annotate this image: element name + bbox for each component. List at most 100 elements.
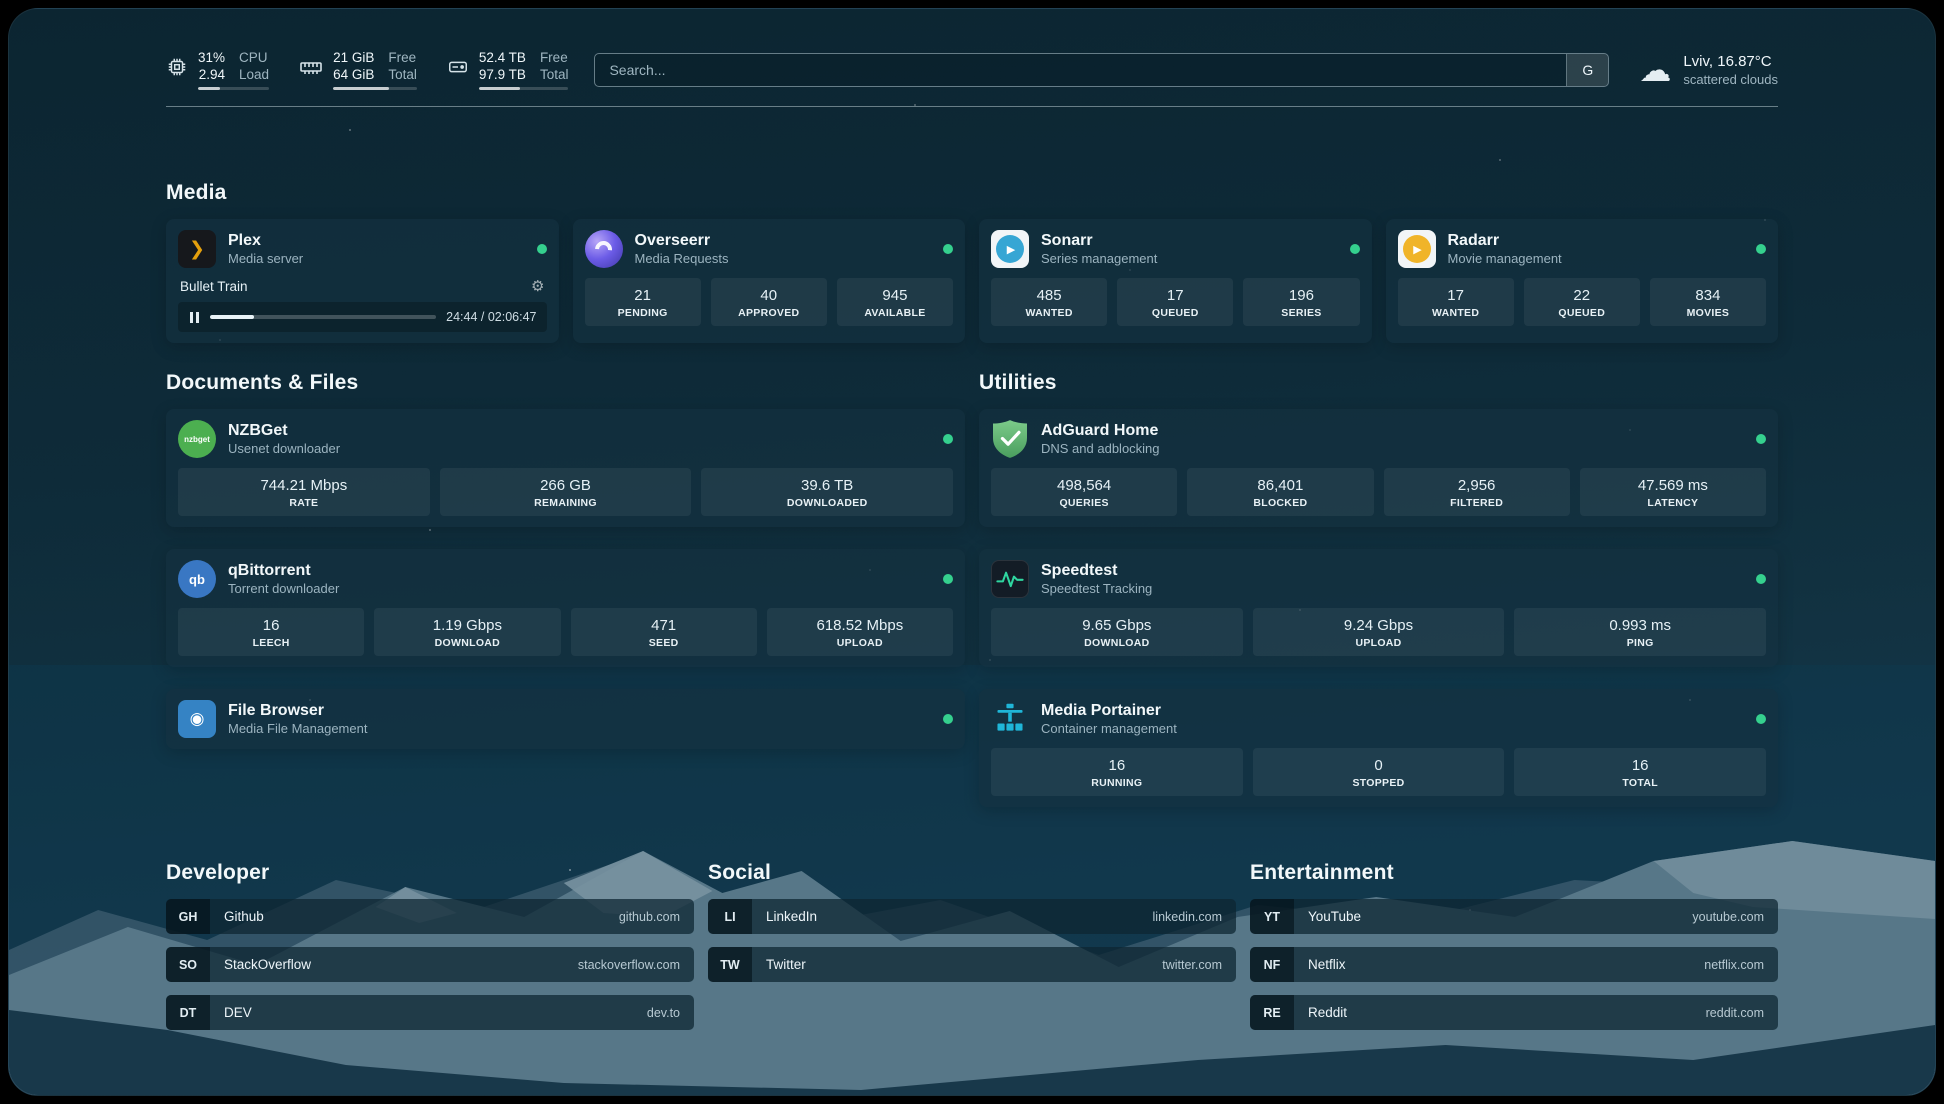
disk-bar-fill bbox=[479, 87, 520, 90]
stat-label: WANTED bbox=[1402, 307, 1510, 319]
stat-total: 16TOTAL bbox=[1514, 748, 1766, 796]
stat-value: 22 bbox=[1528, 287, 1636, 304]
stat-value: 16 bbox=[182, 617, 360, 634]
service-subtitle: Movie management bbox=[1448, 251, 1562, 266]
bookmark-abbr: TW bbox=[708, 947, 752, 982]
cpu-bar-fill bbox=[198, 87, 220, 90]
bookmark-abbr: LI bbox=[708, 899, 752, 934]
service-card-speedtest[interactable]: SpeedtestSpeedtest Tracking9.65 GbpsDOWN… bbox=[979, 549, 1778, 667]
stat-stopped: 0STOPPED bbox=[1253, 748, 1505, 796]
weather-location: Lviv, 16.87°C bbox=[1683, 53, 1778, 70]
bookmark-reddit[interactable]: RERedditreddit.com bbox=[1250, 995, 1778, 1030]
service-subtitle: DNS and adblocking bbox=[1041, 441, 1160, 456]
service-card-overseerr[interactable]: OverseerrMedia Requests21PENDING40APPROV… bbox=[573, 219, 966, 343]
memory-free-label: Free bbox=[388, 49, 417, 66]
bookmark-name: YouTube bbox=[1308, 909, 1361, 924]
weather-widget: ☁ Lviv, 16.87°C scattered clouds bbox=[1639, 53, 1778, 87]
memory-monitor: 21 GiB Free 64 GiB Total bbox=[299, 49, 417, 90]
bookmark-linkedin[interactable]: LILinkedInlinkedin.com bbox=[708, 899, 1236, 934]
gear-icon[interactable]: ⚙ bbox=[531, 277, 544, 295]
stat-value: 2,956 bbox=[1388, 477, 1566, 494]
bookmark-dev[interactable]: DTDEVdev.to bbox=[166, 995, 694, 1030]
section-media: Media ❯PlexMedia serverBullet Train⚙24:4… bbox=[166, 181, 1778, 343]
service-card-adguard-home[interactable]: AdGuard HomeDNS and adblocking498,564QUE… bbox=[979, 409, 1778, 527]
stat-available: 945AVAILABLE bbox=[837, 278, 953, 326]
stat-value: 1.19 Gbps bbox=[378, 617, 556, 634]
status-dot bbox=[1756, 574, 1766, 584]
cpu-load-label: Load bbox=[239, 66, 269, 83]
stat-upload: 618.52 MbpsUPLOAD bbox=[767, 608, 953, 656]
disk-monitor: 52.4 TB Free 97.9 TB Total bbox=[447, 49, 569, 90]
snow-specks bbox=[9, 9, 11, 11]
service-card-nzbget[interactable]: nzbgetNZBGetUsenet downloader744.21 Mbps… bbox=[166, 409, 965, 527]
stat-wanted: 17WANTED bbox=[1398, 278, 1514, 326]
system-monitors: 31% CPU 2.94 Load bbox=[166, 49, 568, 90]
bookmark-github[interactable]: GHGithubgithub.com bbox=[166, 899, 694, 934]
speedtest-icon bbox=[991, 560, 1029, 598]
service-name: Plex bbox=[228, 232, 303, 250]
utilities-card-stack: AdGuard HomeDNS and adblocking498,564QUE… bbox=[979, 409, 1778, 807]
bookmark-netflix[interactable]: NFNetflixnetflix.com bbox=[1250, 947, 1778, 982]
service-card-media-portainer[interactable]: Media PortainerContainer management16RUN… bbox=[979, 689, 1778, 807]
bookmark-url: twitter.com bbox=[1162, 958, 1222, 972]
bookmark-twitter[interactable]: TWTwittertwitter.com bbox=[708, 947, 1236, 982]
stat-value: 744.21 Mbps bbox=[182, 477, 426, 494]
pause-icon[interactable] bbox=[188, 312, 200, 323]
stat-value: 39.6 TB bbox=[705, 477, 949, 494]
cpu-load: 2.94 bbox=[198, 66, 225, 83]
search-provider-button[interactable]: G bbox=[1566, 54, 1608, 86]
status-dot bbox=[943, 434, 953, 444]
service-name: Overseerr bbox=[635, 232, 729, 250]
stat-value: 471 bbox=[575, 617, 753, 634]
status-dot bbox=[1756, 244, 1766, 254]
stat-label: QUEUED bbox=[1121, 307, 1229, 319]
service-card-file-browser[interactable]: ◉File BrowserMedia File Management bbox=[166, 689, 965, 749]
stat-leech: 16LEECH bbox=[178, 608, 364, 656]
disk-total-label: Total bbox=[540, 66, 569, 83]
bookmark-name: Github bbox=[224, 909, 264, 924]
playback-progress-bar bbox=[210, 315, 436, 319]
service-subtitle: Torrent downloader bbox=[228, 581, 339, 596]
stat-rate: 744.21 Mbps RATE bbox=[178, 468, 430, 516]
status-dot bbox=[537, 244, 547, 254]
bookmark-name: Netflix bbox=[1308, 957, 1346, 972]
stat-value: 40 bbox=[715, 287, 823, 304]
disk-icon bbox=[447, 56, 469, 83]
stat-label: LATENCY bbox=[1584, 497, 1762, 509]
service-card-qbittorrent[interactable]: qbqBittorrentTorrent downloader16LEECH1.… bbox=[166, 549, 965, 667]
section-title-entertainment: Entertainment bbox=[1250, 861, 1778, 885]
overseerr-icon bbox=[585, 230, 623, 268]
stat-downloaded: 39.6 TBDOWNLOADED bbox=[701, 468, 953, 516]
plex-icon: ❯ bbox=[178, 230, 216, 268]
stat-remaining: 266 GBREMAINING bbox=[440, 468, 692, 516]
stat-label: SERIES bbox=[1247, 307, 1355, 319]
adguard-icon bbox=[991, 420, 1029, 458]
cpu-percent: 31% bbox=[198, 49, 225, 66]
service-card-sonarr[interactable]: ▶SonarrSeries management485WANTED17QUEUE… bbox=[979, 219, 1372, 343]
documents-card-stack: nzbgetNZBGetUsenet downloader744.21 Mbps… bbox=[166, 409, 965, 749]
stat-label: RATE bbox=[182, 497, 426, 509]
bookmark-stackoverflow[interactable]: SOStackOverflowstackoverflow.com bbox=[166, 947, 694, 982]
stat-movies: 834MOVIES bbox=[1650, 278, 1766, 326]
dashboard-content: 31% CPU 2.94 Load bbox=[166, 9, 1778, 1030]
stat-value: 834 bbox=[1654, 287, 1762, 304]
section-title-documents: Documents & Files bbox=[166, 371, 965, 395]
bookmark-youtube[interactable]: YT YouTube youtube.com bbox=[1250, 899, 1778, 934]
stat-value: 945 bbox=[841, 287, 949, 304]
service-card-plex[interactable]: ❯PlexMedia serverBullet Train⚙24:44 / 02… bbox=[166, 219, 559, 343]
status-dot bbox=[943, 574, 953, 584]
stat-value: 0.993 ms bbox=[1518, 617, 1762, 634]
stat-pending: 21PENDING bbox=[585, 278, 701, 326]
bookmark-abbr: YT bbox=[1250, 899, 1294, 934]
search-input[interactable] bbox=[595, 54, 1566, 86]
bookmark-url: netflix.com bbox=[1704, 958, 1764, 972]
stat-label: APPROVED bbox=[715, 307, 823, 319]
weather-condition: scattered clouds bbox=[1683, 72, 1778, 87]
stat-queued: 17QUEUED bbox=[1117, 278, 1233, 326]
search-bar: G bbox=[594, 53, 1609, 87]
bookmark-url: youtube.com bbox=[1692, 910, 1764, 924]
stat-upload: 9.24 GbpsUPLOAD bbox=[1253, 608, 1505, 656]
service-card-radarr[interactable]: ▶RadarrMovie management17WANTED22QUEUED8… bbox=[1386, 219, 1779, 343]
bookmark-url: reddit.com bbox=[1706, 1006, 1764, 1020]
stat-seed: 471SEED bbox=[571, 608, 757, 656]
